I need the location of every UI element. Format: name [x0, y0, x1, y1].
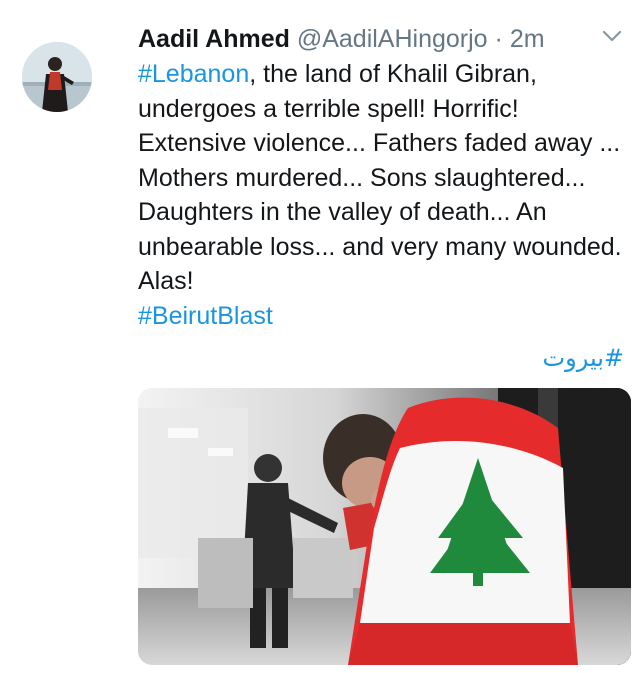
tweet-text: #Lebanon, the land of Khalil Gibran, und… [138, 57, 628, 333]
timestamp[interactable]: 2m [510, 25, 545, 53]
hashtag-beirut-blast[interactable]: #BeirutBlast [138, 302, 273, 330]
hashtag-lebanon[interactable]: #Lebanon [138, 60, 249, 88]
avatar[interactable] [22, 42, 92, 112]
photo [138, 388, 631, 665]
avatar-image [22, 42, 92, 112]
tweet-media-image[interactable] [138, 388, 631, 665]
tweet-body-text: , the land of Khalil Gibran, undergoes a… [138, 60, 622, 295]
hashtag-arabic[interactable]: #بيروت [543, 342, 624, 374]
author-handle[interactable]: @AadilAHingorjo [297, 25, 488, 53]
tweet-header: Aadil Ahmed @AadilAHingorjo · 2m [138, 24, 545, 54]
author-name[interactable]: Aadil Ahmed [138, 25, 290, 53]
separator-dot: · [494, 25, 503, 53]
tweet-body: #Lebanon, the land of Khalil Gibran, und… [138, 57, 628, 299]
chevron-down-icon[interactable] [600, 26, 624, 46]
